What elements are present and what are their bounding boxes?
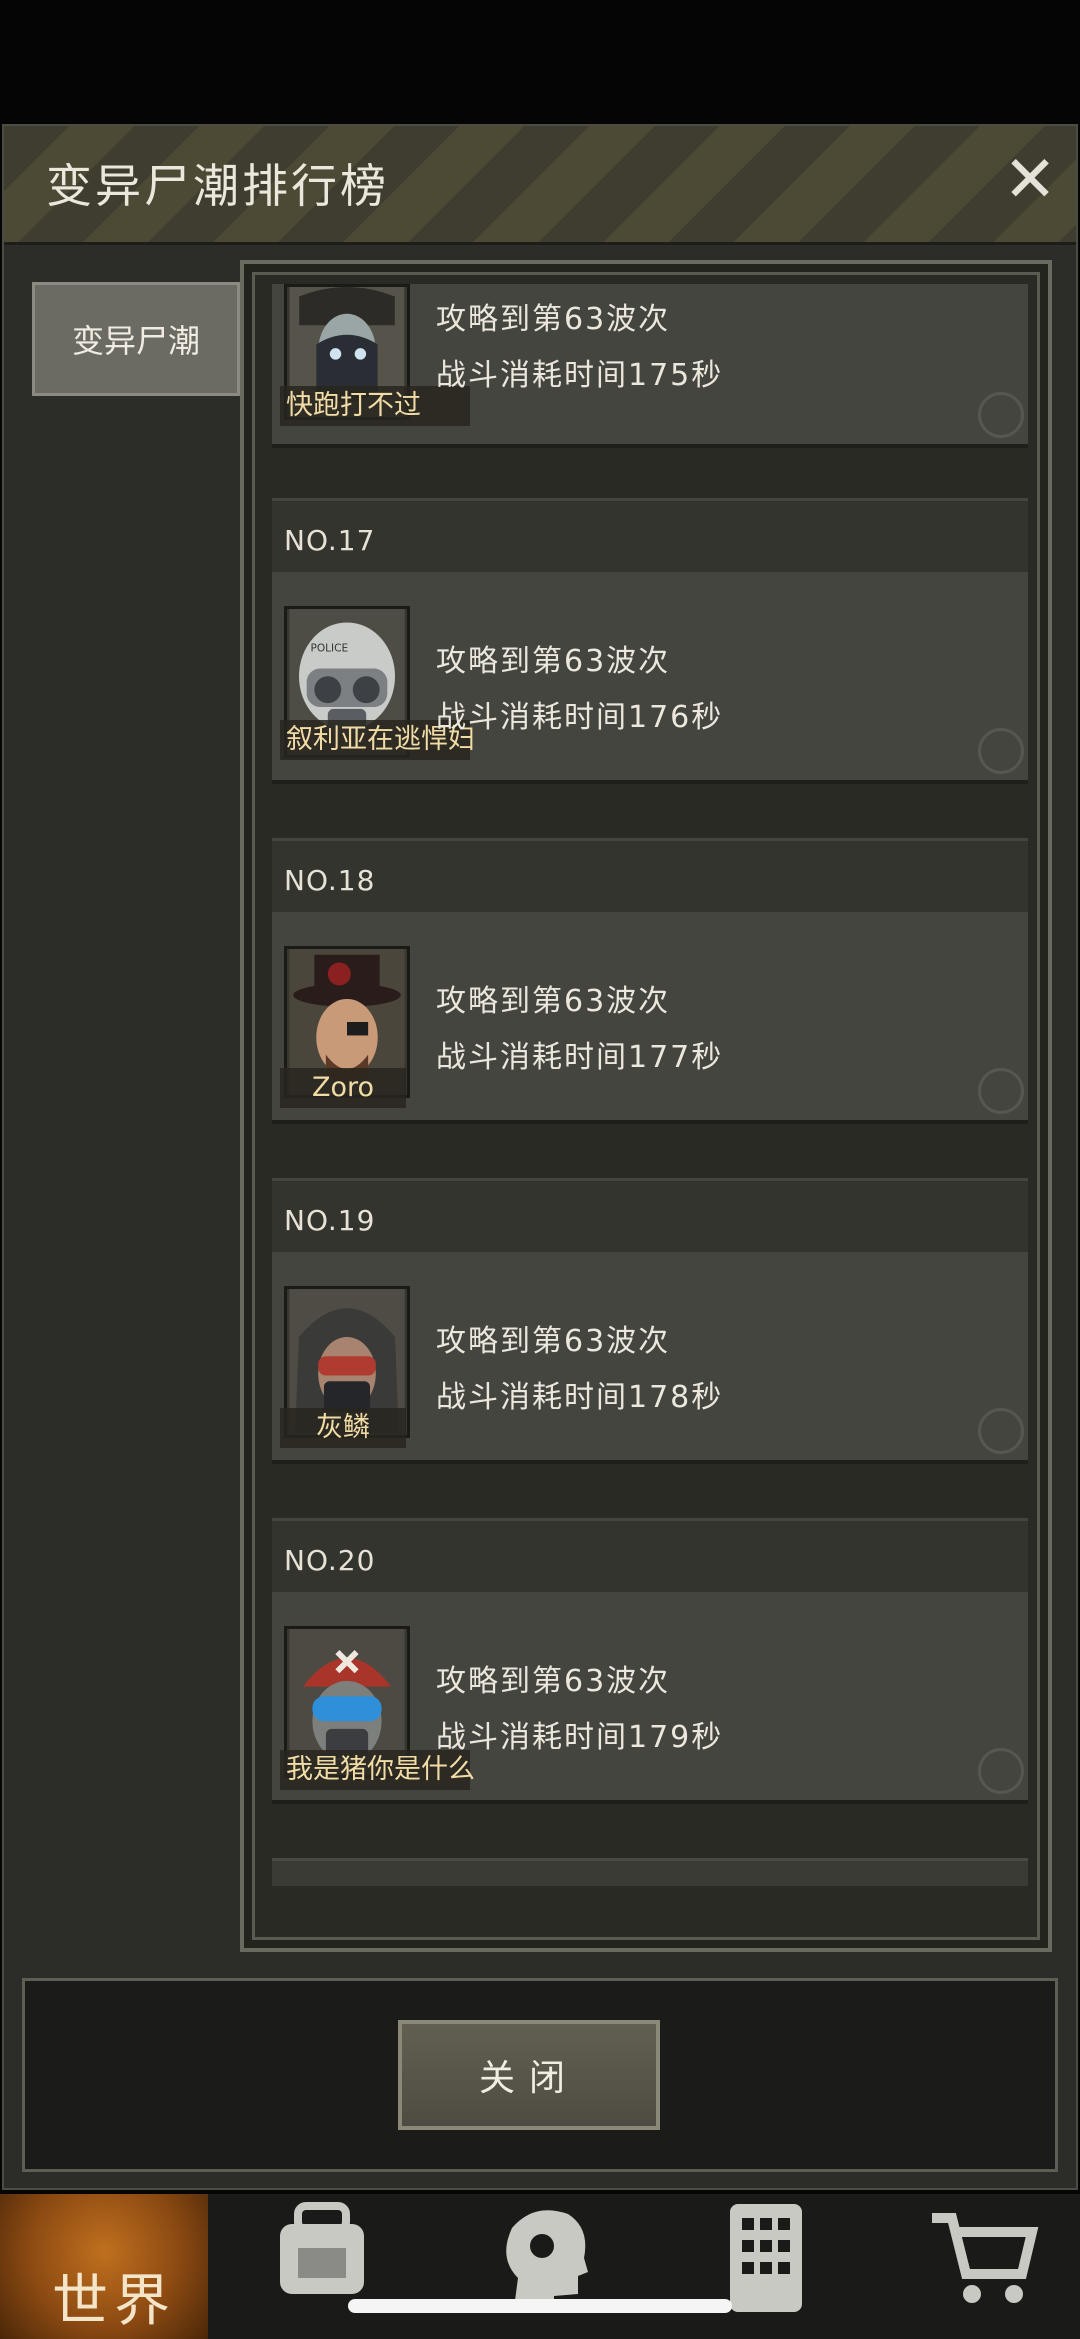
time-text: 战斗消耗时间178秒: [436, 1380, 724, 1415]
close-button[interactable]: 关闭: [398, 2020, 660, 2130]
close-icon[interactable]: ✕: [1000, 148, 1060, 212]
radiation-watermark-icon: [978, 1408, 1024, 1454]
wave-text: 攻略到第63波次: [436, 1324, 671, 1359]
rank-label: NO.20: [284, 1544, 376, 1577]
next-list-item-stub: [272, 1858, 1028, 1886]
wave-text: 攻略到第63波次: [436, 644, 671, 679]
player-name: Zoro: [280, 1068, 406, 1108]
time-text: 战斗消耗时间179秒: [436, 1720, 724, 1755]
radiation-watermark-icon: [978, 1068, 1024, 1114]
wave-text: 攻略到第63波次: [436, 302, 671, 337]
player-name: 灰鳞: [280, 1408, 406, 1448]
radiation-watermark-icon: [978, 1748, 1024, 1794]
nav-world-label: 世界: [52, 2269, 176, 2334]
radiation-watermark-icon: [978, 392, 1024, 438]
rank-label: NO.17: [284, 524, 376, 557]
shopping-cart-icon[interactable]: [922, 2198, 1042, 2318]
time-text: 战斗消耗时间175秒: [436, 358, 724, 393]
rank-label: NO.19: [284, 1204, 376, 1237]
rank-header: [272, 838, 1028, 912]
tab-mutant-horde[interactable]: 变异尸潮: [32, 282, 240, 396]
rank-header: [272, 498, 1028, 572]
svg-text:POLICE: POLICE: [311, 642, 349, 654]
player-name: 我是猪你是什么: [280, 1750, 475, 1790]
rank-header: [272, 1518, 1028, 1592]
time-text: 战斗消耗时间176秒: [436, 700, 724, 735]
panel-title: 变异尸潮排行榜: [46, 159, 389, 213]
wave-text: 攻略到第63波次: [436, 1664, 671, 1699]
time-text: 战斗消耗时间177秒: [436, 1040, 724, 1075]
rank-header: [272, 1178, 1028, 1252]
rank-label: NO.18: [284, 864, 376, 897]
radiation-watermark-icon: [978, 728, 1024, 774]
wave-text: 攻略到第63波次: [436, 984, 671, 1019]
home-indicator[interactable]: [348, 2299, 732, 2313]
